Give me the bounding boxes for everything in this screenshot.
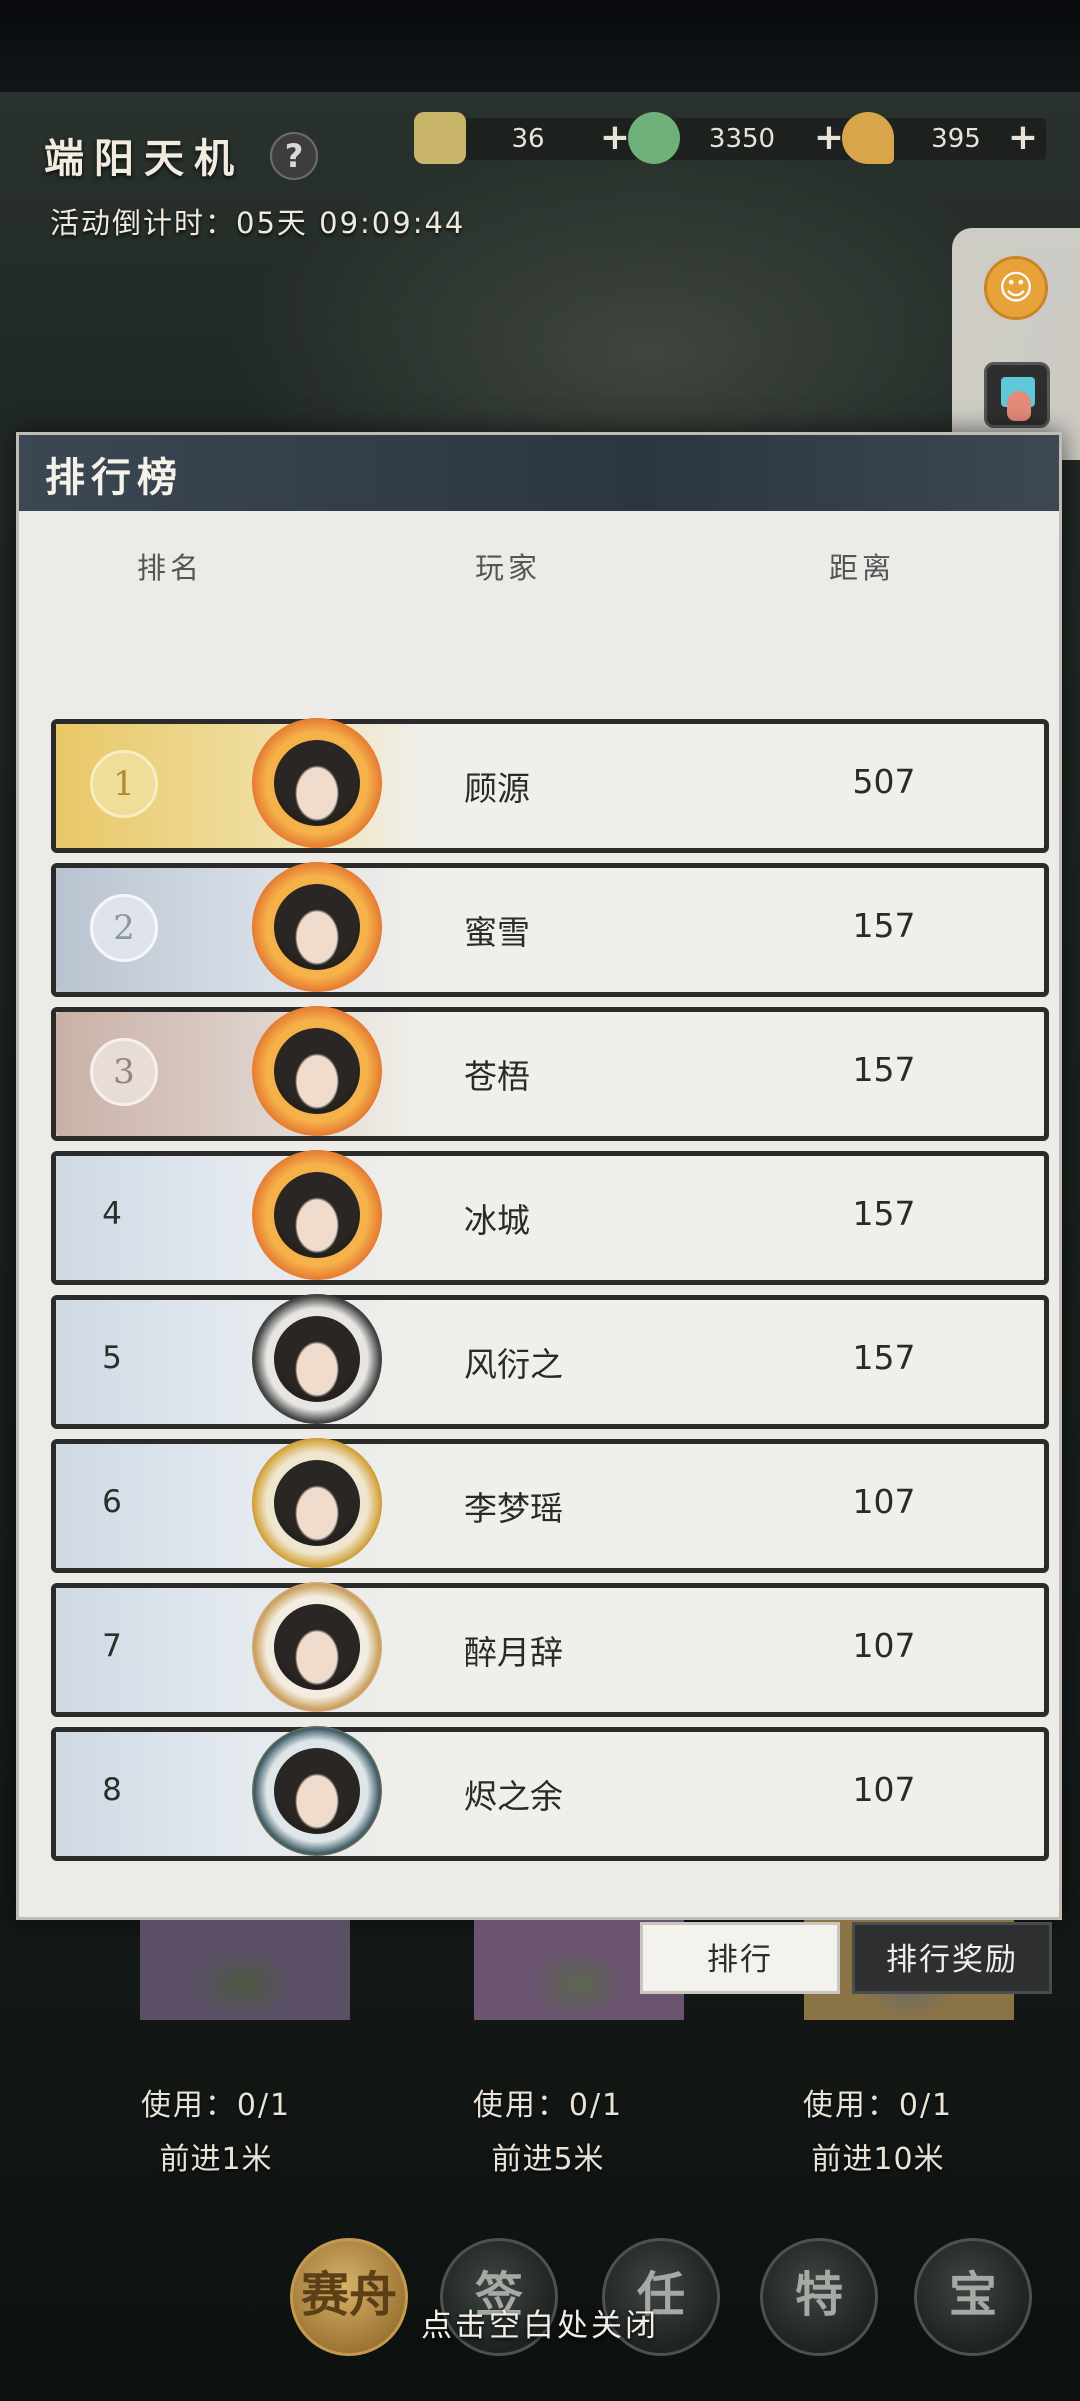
leaderboard-modal: 排行榜 排名 玩家 距离 1 顾源 507 2 蜜雪 157 3 苍梧 157 (16, 432, 1062, 1920)
silver-medal-icon: 2 (90, 894, 158, 962)
rank-number: 5 (102, 1340, 122, 1376)
avatar[interactable] (252, 718, 382, 848)
modal-title: 排行榜 (45, 454, 183, 501)
resource-value: 395 (931, 124, 981, 154)
player-name: 醉月辞 (464, 1633, 563, 1672)
table-row: 2 蜜雪 157 (51, 862, 1049, 997)
avatar[interactable] (252, 1294, 382, 1424)
item-usage: 使用：0/1 (140, 2088, 292, 2123)
avatar-portrait (274, 1028, 360, 1114)
countdown-timer: 活动倒计时：05天 09:09:44 (50, 206, 466, 240)
add-scroll-button[interactable]: + (600, 118, 630, 160)
rank-number: 6 (102, 1484, 122, 1520)
avatar-portrait (274, 740, 360, 826)
avatar[interactable] (252, 1582, 382, 1712)
item-usage: 使用：0/1 (802, 2088, 954, 2123)
jade-coin-icon (628, 112, 680, 164)
rank-number: 8 (102, 1772, 122, 1808)
item-advance: 前进1米 (159, 2142, 273, 2177)
scroll-token-icon (414, 112, 466, 164)
distance-value: 507 (852, 762, 916, 801)
player-name: 李梦瑶 (464, 1489, 563, 1528)
avatar[interactable] (252, 862, 382, 992)
avatar[interactable] (252, 1150, 382, 1280)
side-panel: ☺ (952, 228, 1080, 460)
distance-value: 107 (852, 1626, 916, 1665)
hand-shape (1007, 391, 1031, 421)
item-advance: 前进5米 (491, 2142, 605, 2177)
gold-medal-icon: 1 (90, 750, 158, 818)
item-advance: 前进10米 (811, 2142, 945, 2177)
distance-value: 107 (852, 1770, 916, 1809)
golden-key-icon (842, 112, 894, 164)
tab-rank[interactable]: 排行 (640, 1922, 840, 1994)
column-distance: 距离 (829, 551, 896, 585)
distance-value: 107 (852, 1482, 916, 1521)
player-name: 苍梧 (464, 1057, 530, 1096)
table-row: 3 苍梧 157 (51, 1006, 1049, 1141)
rice-dumpling-icon (506, 1924, 652, 2034)
avatar[interactable] (252, 1438, 382, 1568)
player-name: 冰城 (464, 1201, 530, 1240)
player-name: 风衍之 (464, 1345, 563, 1384)
distance-value: 157 (852, 1050, 916, 1089)
question-mark-icon[interactable]: ? (270, 132, 318, 180)
person-icon[interactable]: ☺ (984, 256, 1048, 320)
add-key-button[interactable]: + (1008, 118, 1038, 160)
column-player: 玩家 (475, 551, 542, 585)
avatar-portrait (274, 1748, 360, 1834)
avatar-portrait (274, 884, 360, 970)
resource-value: 3350 (708, 124, 776, 154)
avatar-portrait (274, 1316, 360, 1402)
table-row: 6 李梦瑶 107 (51, 1438, 1049, 1573)
bronze-medal-icon: 3 (90, 1038, 158, 1106)
item-usage: 使用：0/1 (472, 2088, 624, 2123)
event-title: 端阳天机 (44, 135, 244, 182)
close-hint: 点击空白处关闭 (421, 2308, 659, 2344)
avatar[interactable] (252, 1726, 382, 1856)
avatar-portrait (274, 1460, 360, 1546)
column-rank: 排名 (137, 551, 204, 585)
tap-hand-icon[interactable] (984, 362, 1050, 428)
rank-number: 4 (102, 1196, 122, 1232)
resource-key: 395 + (842, 112, 1046, 164)
table-row: 1 顾源 507 (51, 718, 1049, 853)
rice-dumpling-icon (172, 1924, 318, 2034)
player-name: 蜜雪 (464, 913, 530, 952)
resource-scroll: 36 + (414, 112, 638, 164)
distance-value: 157 (852, 1194, 916, 1233)
table-row: 7 醉月辞 107 (51, 1582, 1049, 1717)
player-name: 顾源 (464, 769, 530, 808)
modal-header: 排行榜 (19, 435, 1059, 511)
rank-number: 7 (102, 1628, 122, 1664)
player-name: 烬之余 (464, 1777, 563, 1816)
add-jade-button[interactable]: + (814, 118, 844, 160)
resource-jade: 3350 + (628, 112, 852, 164)
table-row: 8 烬之余 107 (51, 1726, 1049, 1861)
avatar-portrait (274, 1172, 360, 1258)
tab-rank-reward[interactable]: 排行奖励 (852, 1922, 1052, 1994)
avatar-portrait (274, 1604, 360, 1690)
avatar[interactable] (252, 1006, 382, 1136)
table-row: 4 冰城 157 (51, 1150, 1049, 1285)
distance-value: 157 (852, 1338, 916, 1377)
distance-value: 157 (852, 906, 916, 945)
resource-value: 36 (511, 124, 545, 154)
table-row: 5 风衍之 157 (51, 1294, 1049, 1429)
